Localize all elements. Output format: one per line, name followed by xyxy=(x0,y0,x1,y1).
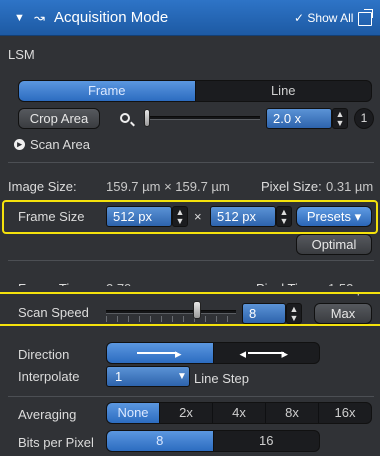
bits-per-pixel-tabs: 8 16 xyxy=(106,430,320,452)
image-size-value: 159.7 µm × 159.7 µm xyxy=(106,179,230,194)
tab-line[interactable]: Line xyxy=(194,81,372,101)
zoom-reset-button[interactable]: 1 xyxy=(354,108,374,129)
show-all-toggle[interactable]: ✓ Show All xyxy=(294,8,353,28)
averaging-8x[interactable]: 8x xyxy=(265,403,318,423)
scan-speed-slider-thumb[interactable] xyxy=(193,301,201,319)
frame-size-y-field[interactable]: 512 px xyxy=(210,206,276,227)
chevron-down-icon: ▼ xyxy=(177,371,187,382)
direction-bidirectional[interactable]: ◂ ▸ xyxy=(212,343,320,363)
scan-speed-spinner[interactable]: ▲ ▼ xyxy=(286,303,302,324)
scan-speed-value-field[interactable]: 8 xyxy=(242,303,286,324)
zoom-icon xyxy=(120,113,130,123)
divider xyxy=(8,396,374,397)
scan-speed-slider-track[interactable] xyxy=(106,310,236,314)
zoom-slider-track[interactable] xyxy=(146,116,260,120)
scan-speed-highlight-bottom xyxy=(0,324,380,326)
scan-area-label[interactable]: Scan Area xyxy=(30,136,90,154)
scan-speed-label: Scan Speed xyxy=(18,305,89,320)
averaging-tabs: None 2x 4x 8x 16x xyxy=(106,402,372,424)
lsm-label: LSM xyxy=(8,47,35,62)
averaging-label: Averaging xyxy=(18,407,77,422)
interpolate-label: Interpolate xyxy=(18,369,80,384)
left-arrow-head-icon: ◂ xyxy=(239,346,247,361)
scan-area-expand-icon[interactable]: ▸ xyxy=(14,139,25,150)
frame-size-x-field[interactable]: 512 px xyxy=(106,206,172,227)
image-size-label: Image Size: xyxy=(8,179,77,194)
zoom-value-field[interactable]: 2.0 x xyxy=(266,108,332,129)
bidirectional-arrow-icon xyxy=(247,352,284,354)
right-arrow-icon xyxy=(137,352,177,354)
popout-icon[interactable] xyxy=(358,9,373,26)
bits-16[interactable]: 16 xyxy=(212,431,320,451)
presets-button[interactable]: Presets ▾ xyxy=(296,206,372,227)
optimal-button[interactable]: Optimal xyxy=(296,234,372,255)
bits-8[interactable]: 8 xyxy=(107,431,213,451)
line-step-label: Line Step xyxy=(194,371,249,386)
frame-size-label: Frame Size xyxy=(18,209,85,224)
times-sign: × xyxy=(194,209,202,224)
interpolate-select[interactable]: 1 ▼ xyxy=(106,366,190,387)
wave-icon: ↝ xyxy=(34,10,45,25)
direction-toggle: ▸ ◂ ▸ xyxy=(106,342,320,364)
scan-speed-ticks xyxy=(106,316,236,322)
interpolate-value: 1 xyxy=(115,369,123,384)
zoom-spinner[interactable]: ▲ ▼ xyxy=(332,108,348,129)
scan-speed-highlight-top xyxy=(0,292,380,294)
panel-title: Acquisition Mode xyxy=(54,9,169,26)
zoom-slider-thumb[interactable] xyxy=(144,109,150,127)
tab-frame[interactable]: Frame xyxy=(19,81,195,101)
collapse-chevron-icon[interactable]: ▼ xyxy=(14,8,25,28)
direction-unidirectional[interactable]: ▸ xyxy=(107,343,213,363)
frame-size-x-spinner[interactable]: ▲ ▼ xyxy=(172,206,188,227)
averaging-16x[interactable]: 16x xyxy=(318,403,371,423)
crop-area-button[interactable]: Crop Area xyxy=(18,108,100,129)
averaging-4x[interactable]: 4x xyxy=(212,403,265,423)
bits-per-pixel-label: Bits per Pixel xyxy=(18,435,94,450)
max-speed-button[interactable]: Max xyxy=(314,303,372,324)
right-arrow-head-icon: ▸ xyxy=(175,346,182,361)
averaging-none[interactable]: None xyxy=(107,403,159,423)
averaging-2x[interactable]: 2x xyxy=(159,403,212,423)
direction-label: Direction xyxy=(18,347,70,362)
frame-size-y-spinner[interactable]: ▲ ▼ xyxy=(276,206,292,227)
pixel-size-label: Pixel Size: xyxy=(261,179,322,194)
divider xyxy=(8,162,374,163)
pixel-size-value: 0.31 µm xyxy=(326,179,374,194)
divider xyxy=(8,260,374,261)
scan-mode-tabs: Frame Line xyxy=(18,80,372,102)
right-arrow-head-icon: ▸ xyxy=(281,346,289,361)
